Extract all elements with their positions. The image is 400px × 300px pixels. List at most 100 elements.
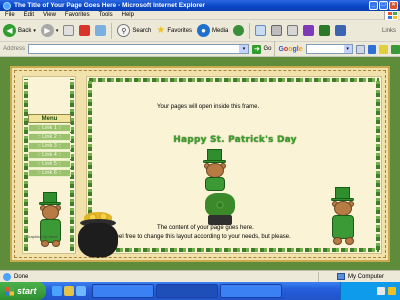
search-button[interactable]: ⚲ Search (117, 24, 151, 37)
menu-file[interactable]: File (5, 12, 15, 18)
chevron-down-icon[interactable]: ▾ (239, 45, 249, 53)
left-panel: Menu :: Link 1 :: :: Link 2 :: :: Link 3… (22, 76, 76, 254)
frame-notice: Your pages will open inside this frame. (157, 104, 260, 110)
leprechaun-bear-right (323, 187, 363, 251)
menu-link-3[interactable]: :: Link 3 :: (28, 142, 71, 150)
menu-link-6[interactable]: :: Link 6 :: (28, 169, 71, 177)
toolbar: ◀ Back ▾ ▶ ▾ ⚲ Search ★ Favorites ● Medi… (0, 20, 400, 42)
print-icon[interactable] (271, 25, 283, 36)
google-search-input[interactable]: ▾ (305, 44, 353, 54)
google-logo: Google (278, 45, 303, 53)
leprechaun-bear-center (195, 149, 235, 219)
google-search-icon[interactable] (355, 44, 365, 54)
forward-button[interactable]: ▶ ▾ (40, 24, 58, 37)
start-button[interactable]: start (0, 282, 46, 300)
vine-decoration (24, 79, 28, 251)
menu-link-2[interactable]: :: Link 2 :: (28, 133, 71, 141)
taskbar-item[interactable] (92, 284, 154, 298)
close-button[interactable]: × (389, 1, 398, 10)
menu-help[interactable]: Help (122, 12, 134, 18)
menu-link-1[interactable]: :: Link 1 :: (28, 124, 71, 132)
page-frame: Menu :: Link 1 :: :: Link 2 :: :: Link 3… (10, 66, 390, 262)
popup-blocker-icon[interactable] (391, 44, 400, 54)
refresh-icon[interactable] (79, 25, 91, 36)
research-icon[interactable] (335, 25, 347, 36)
go-arrow-icon: ➜ (252, 44, 262, 54)
computer-icon (336, 273, 345, 280)
taskbar-item-active[interactable] (156, 284, 218, 298)
status-text: Done (14, 273, 29, 280)
pot-rim (80, 219, 116, 227)
media-icon: ● (197, 24, 211, 37)
menu-view[interactable]: View (43, 12, 56, 18)
stop-icon[interactable] (63, 25, 75, 36)
star-icon: ★ (156, 25, 166, 36)
folder-quicklaunch-icon[interactable] (64, 286, 74, 296)
nav-menu: Menu :: Link 1 :: :: Link 2 :: :: Link 3… (28, 114, 71, 177)
ie-quicklaunch-icon[interactable] (52, 286, 62, 296)
taskbar-item[interactable] (220, 284, 282, 298)
menu-edit[interactable]: Edit (24, 12, 34, 18)
system-tray (340, 282, 400, 300)
menu-link-4[interactable]: :: Link 4 :: (28, 151, 71, 159)
minimize-button[interactable]: _ (369, 1, 378, 10)
go-button[interactable]: ➜ Go (252, 44, 272, 54)
history-icon[interactable] (233, 25, 245, 36)
media-label: Media (212, 27, 229, 34)
search-icon: ⚲ (117, 24, 131, 37)
forward-arrow-icon: ▶ (40, 24, 54, 37)
favorites-button[interactable]: ★ Favorites (156, 25, 192, 36)
menu-bar: File Edit View Favorites Tools Help (0, 11, 400, 20)
volume-icon[interactable] (388, 287, 396, 295)
title-bar[interactable]: The Title of Your Page Goes Here - Micro… (0, 0, 400, 11)
favorites-label: Favorites (167, 27, 193, 34)
status-divider (318, 272, 319, 282)
window-controls: _ □ × (369, 1, 398, 10)
toolbar-separator (111, 22, 113, 39)
windows-flag-icon (5, 286, 14, 296)
edit-icon[interactable] (287, 25, 299, 36)
zone-text: My Computer (347, 273, 384, 280)
toolbar-separator (249, 22, 251, 39)
links-label[interactable]: Links (382, 28, 396, 34)
menu-tools[interactable]: Tools (99, 12, 113, 18)
chevron-down-icon: ▾ (33, 27, 36, 34)
menu-favorites[interactable]: Favorites (65, 12, 90, 18)
network-icon[interactable] (377, 287, 385, 295)
menu-heading: Menu (28, 114, 71, 123)
address-input[interactable]: ▾ (28, 44, 250, 54)
status-zone: My Computer (336, 273, 384, 280)
vine-decoration (70, 79, 74, 251)
pagerank-icon[interactable] (367, 44, 377, 54)
home-icon[interactable] (95, 25, 107, 36)
vine-decoration (376, 80, 380, 250)
desktop-quicklaunch-icon[interactable] (76, 286, 86, 296)
status-bar: Done My Computer (0, 270, 400, 282)
vine-decoration (89, 248, 379, 252)
vine-decoration (89, 78, 379, 82)
leprechaun-bear-left (31, 192, 71, 252)
back-button[interactable]: ◀ Back ▾ (3, 24, 36, 37)
pot-of-gold (78, 223, 118, 258)
search-label: Search (132, 27, 152, 34)
address-bar: Address ▾ ➜ Go Google ▾ (0, 41, 400, 57)
headline: Happy St. Patrick's Day (173, 135, 297, 145)
go-label: Go (263, 46, 272, 52)
page-content: Menu :: Link 1 :: :: Link 2 :: :: Link 3… (0, 57, 400, 270)
maximize-button[interactable]: □ (379, 1, 388, 10)
taskbar: start (0, 282, 400, 300)
media-button[interactable]: ● Media (197, 24, 228, 37)
chevron-down-icon[interactable]: ▾ (343, 45, 352, 53)
messenger-icon[interactable] (319, 25, 331, 36)
vine-decoration (88, 80, 92, 250)
discuss-icon[interactable] (303, 25, 315, 36)
windows-logo-icon (384, 11, 398, 20)
menu-link-5[interactable]: :: Link 5 :: (28, 160, 71, 168)
back-label: Back (18, 27, 32, 34)
highlight-icon[interactable] (379, 44, 389, 54)
mail-icon[interactable] (255, 25, 267, 36)
address-label: Address (3, 46, 26, 52)
back-arrow-icon: ◀ (3, 24, 16, 37)
clover-basket (205, 193, 235, 217)
start-label: start (17, 286, 37, 296)
